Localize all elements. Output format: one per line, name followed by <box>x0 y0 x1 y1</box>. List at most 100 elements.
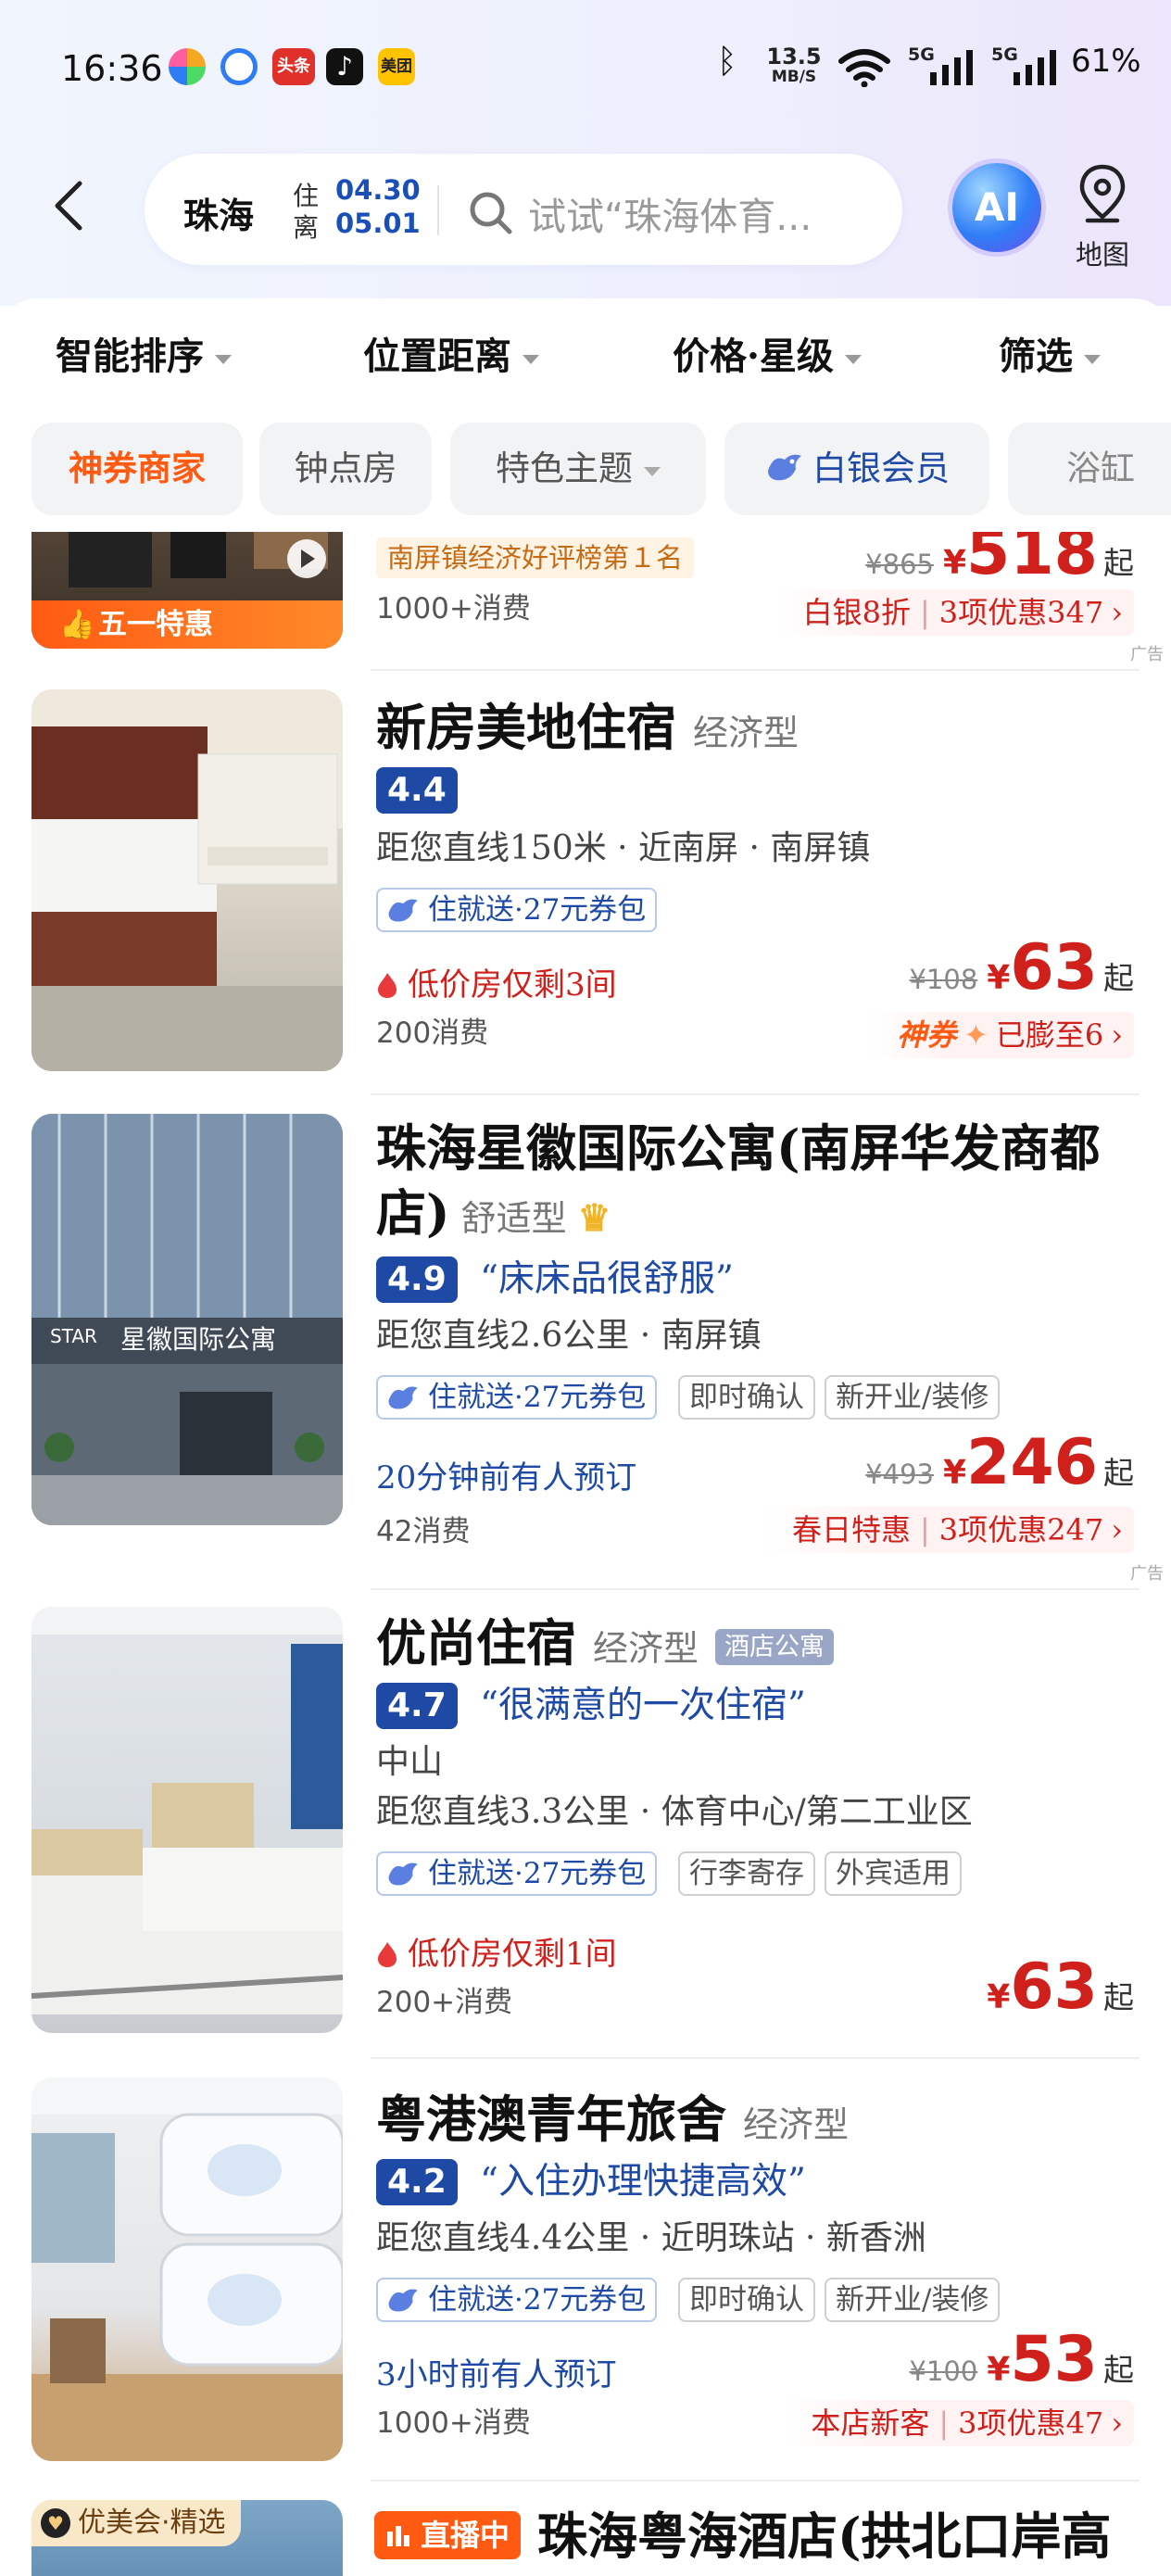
tag-coupon-pack-label: 住就送·27元券包 <box>428 1857 647 1890</box>
hotel-name[interactable]: 新房美地住宿 经济型 <box>376 695 799 765</box>
chip-coupon-merchant-label: 神券商家 <box>69 448 206 488</box>
rating-score: 4.9 <box>376 1256 458 1303</box>
hotel-badge: 酒店公寓 <box>715 1629 835 1665</box>
checkin-date[interactable]: 04.30 <box>335 174 421 206</box>
status-time: 16:36 <box>61 48 163 89</box>
meituan-app-label: 美团 <box>381 57 412 76</box>
rating-score: 4.2 <box>376 2159 458 2205</box>
promo-right: 3项优惠247 <box>938 1512 1104 1547</box>
currency-symbol: ¥ <box>987 1978 1011 2016</box>
search-icon <box>470 192 512 234</box>
curated-badge: ♥ 优美会·精选 <box>31 2500 241 2546</box>
chevron-right-icon: › <box>1111 1017 1123 1053</box>
recent-booking: 20分钟前有人预订 <box>376 1459 637 1496</box>
original-price: ¥100 <box>909 2355 978 2387</box>
distance-info: 距您直线3.3公里 · 体育中心/第二工业区 <box>376 1793 973 1831</box>
rating-score: 4.4 <box>376 767 458 814</box>
chevron-down-icon <box>215 355 232 364</box>
signal-2: 5G <box>991 44 1065 89</box>
original-price: ¥865 <box>865 549 934 580</box>
sort-filter[interactable]: 筛选 <box>999 326 1101 380</box>
chevron-down-icon <box>844 355 862 364</box>
hotel-name[interactable]: 优尚住宿 经济型 酒店公寓 <box>376 1610 835 1681</box>
hotel-thumbnail: ♥ 优美会·精选 <box>31 2500 343 2576</box>
quark-app-icon <box>220 48 258 85</box>
hotel-type: 经济型 <box>743 2104 850 2145</box>
sparkle-icon: ✦ <box>963 1017 988 1053</box>
current-price: 246 <box>966 1426 1098 1499</box>
price-suffix: 起 <box>1103 1455 1134 1491</box>
distance-info: 距您直线2.6公里 · 南屏镇 <box>376 1317 762 1355</box>
chip-coupon-merchant[interactable]: 神券商家 <box>31 423 243 515</box>
building-sign: 星徽国际公寓 <box>120 1324 277 1355</box>
price-suffix: 起 <box>1103 2352 1134 2388</box>
flame-icon <box>378 973 397 998</box>
area-info: 中山 <box>376 1743 444 1781</box>
ad-label: 广告 <box>1130 645 1164 664</box>
promo-bar[interactable]: 本店新客 | 3项优惠47 › <box>783 2400 1134 2446</box>
chip-bathtub-label: 浴缸 <box>1066 448 1135 488</box>
hotel-thumbnail <box>31 689 343 1071</box>
hotel-name[interactable]: 珠海粤海酒店(拱北口岸高 <box>537 2504 1112 2569</box>
network-speed-unit: MB/S <box>771 68 817 86</box>
original-price: ¥108 <box>909 964 978 995</box>
review-quote: “床床品很舒服” <box>480 1258 734 1300</box>
promo-left: 本店新客 <box>811 2406 930 2441</box>
promo-right: 3项优惠347 <box>938 595 1104 630</box>
hotel-name-text: 粤港澳青年旅舍 <box>376 2090 726 2149</box>
tag-coupon-pack: 住就送·27元券包 <box>376 1851 658 1896</box>
play-triangle <box>301 549 315 568</box>
hotel-name[interactable]: 珠海星徽国际公寓(南屏华发商都 店) 舒适型 ♛ <box>376 1116 1136 1251</box>
card-divider <box>371 2480 1140 2481</box>
consumption-count: 42消费 <box>376 1515 471 1548</box>
member-bird-icon <box>388 2289 418 2312</box>
chip-silver-member[interactable]: 白银会员 <box>724 423 989 515</box>
hotel-name[interactable]: 粤港澳青年旅舍 经济型 <box>376 2087 849 2157</box>
toutiao-app-icon: 头条 <box>272 48 315 85</box>
search-box[interactable]: 珠海 住 离 04.30 05.01 试试“珠海体育... <box>145 154 902 265</box>
hotel-thumbnail <box>31 1607 343 2033</box>
map-button[interactable]: 地图 <box>1065 163 1140 272</box>
hotel-type: 经济型 <box>693 713 800 753</box>
sort-price-star[interactable]: 价格·星级 <box>673 326 862 380</box>
live-badge: 直播中 <box>374 2511 522 2559</box>
hotel-thumbnail <box>31 2077 343 2461</box>
review-quote: “入住办理快捷高效” <box>480 2161 806 2203</box>
checkout-date[interactable]: 05.01 <box>335 208 421 239</box>
hotel-name-line2: 店) 舒适型 ♛ <box>376 1181 1136 1251</box>
toutiao-app-label: 头条 <box>277 57 310 76</box>
room-twin-bed-image <box>31 1607 343 2014</box>
city-selector[interactable]: 珠海 <box>183 187 254 238</box>
flame-icon <box>378 1942 397 1967</box>
promo-left: 春日特惠 <box>791 1512 911 1547</box>
crown-icon: ♛ <box>577 1196 611 1240</box>
chip-bathtub[interactable]: 浴缸 <box>1008 423 1171 515</box>
chip-hourly-room[interactable]: 钟点房 <box>259 423 432 515</box>
sort-bar: 智能排序 位置距离 价格·星级 筛选 <box>0 298 1171 397</box>
network-speed-value: 13.5 <box>766 44 822 69</box>
sort-distance[interactable]: 位置距离 <box>363 326 539 380</box>
promo-separator: | <box>919 1512 930 1547</box>
search-input[interactable]: 试试“珠海体育... <box>528 185 812 241</box>
card-divider <box>371 1588 1140 1590</box>
promo-bar[interactable]: 春日特惠 | 3项优惠247 › <box>763 1507 1134 1553</box>
coupon-promo[interactable]: 神券 ✦ 已膨至6 › <box>869 1012 1134 1058</box>
sort-smart[interactable]: 智能排序 <box>56 326 232 380</box>
play-icon[interactable] <box>287 539 326 578</box>
ad-label: 广告 <box>1130 1564 1164 1584</box>
tag-luggage-storage: 行李寄存 <box>678 1851 815 1896</box>
battery-level: 61% <box>1071 43 1141 80</box>
back-arrow-icon[interactable] <box>46 178 94 234</box>
sort-filter-label: 筛选 <box>999 335 1073 378</box>
network-speed: 13.5 MB/S <box>762 44 826 87</box>
chevron-down-icon <box>523 355 539 364</box>
tag-foreigner-friendly: 外宾适用 <box>825 1851 962 1896</box>
chevron-right-icon: › <box>1111 1512 1123 1547</box>
chip-theme[interactable]: 特色主题 <box>450 423 706 515</box>
promo-bar[interactable]: 白银8折 | 3项优惠347 › <box>774 589 1134 636</box>
ai-assistant-button[interactable]: AI <box>952 163 1041 252</box>
consumption-count: 200+消费 <box>376 1986 513 2019</box>
distance-info: 距您直线4.4公里 · 近明珠站 · 新香洲 <box>376 2219 926 2257</box>
member-bird-icon <box>388 1386 418 1409</box>
douyin-app-icon: ♪ <box>326 48 363 85</box>
